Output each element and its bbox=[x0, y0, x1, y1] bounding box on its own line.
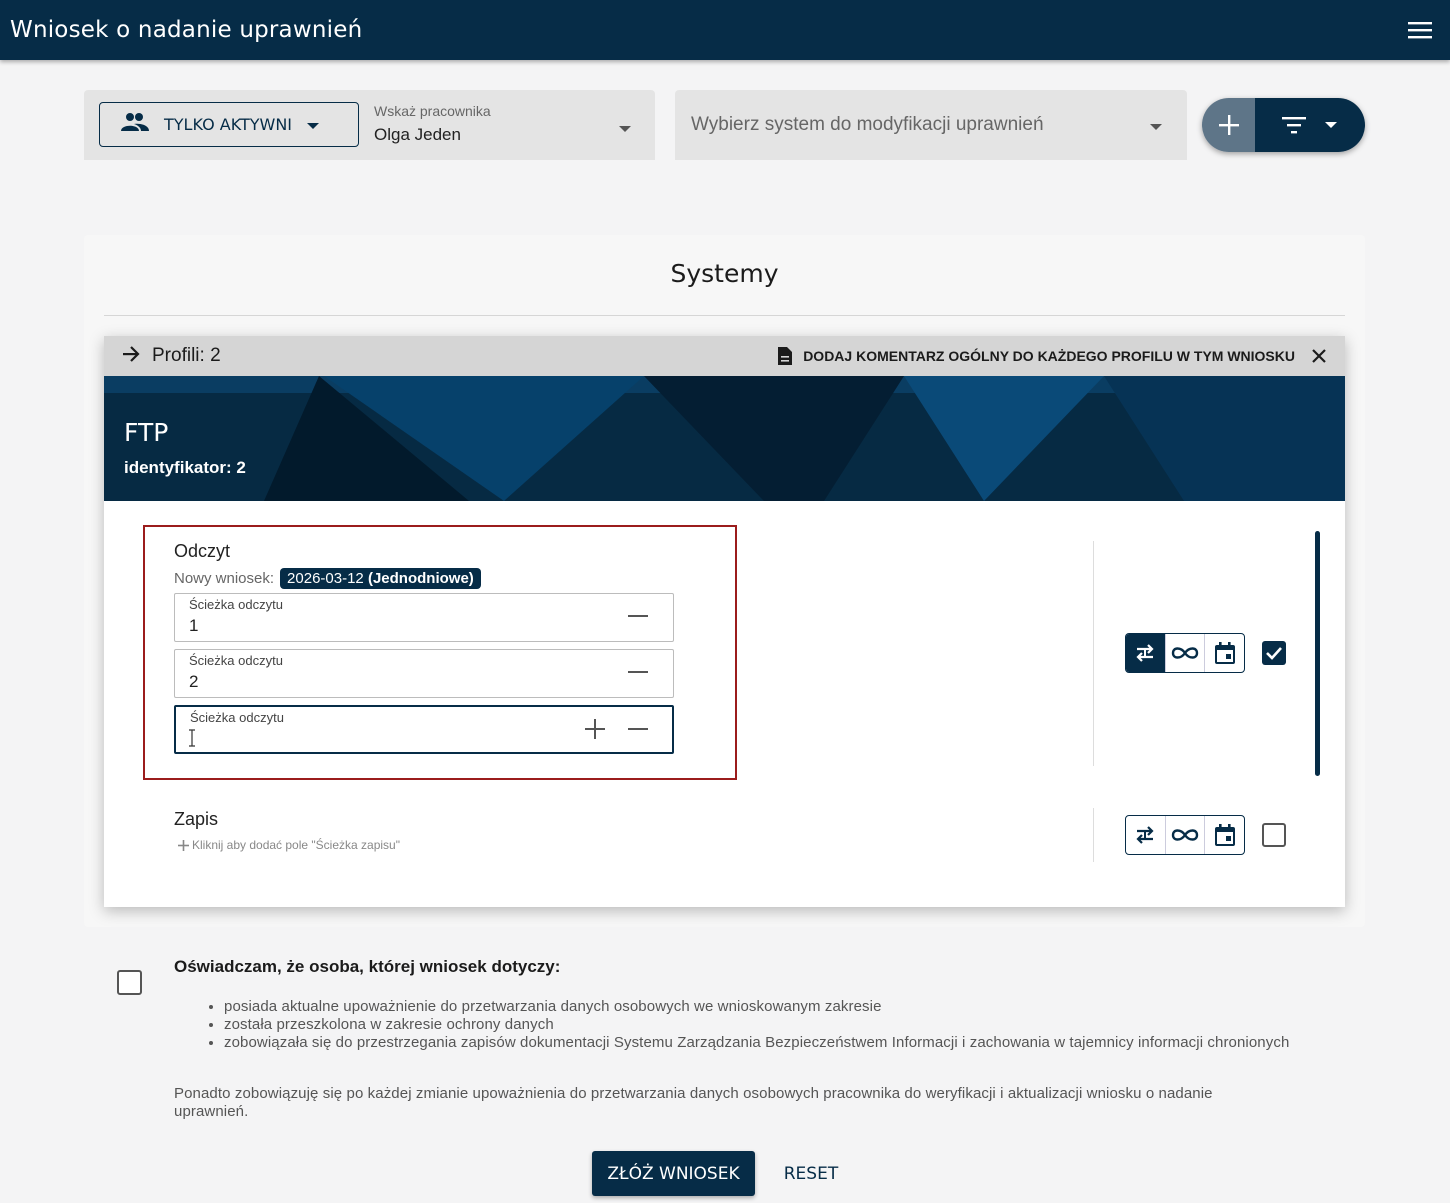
scrollbar[interactable] bbox=[1315, 531, 1320, 776]
new-request-label: Nowy wniosek: bbox=[174, 570, 275, 587]
profile-header: Profili: 2 DODAJ KOMENTARZ OGÓLNY DO KAŻ… bbox=[104, 336, 1345, 376]
declaration-checkbox[interactable] bbox=[117, 970, 142, 995]
duration-toggle-group bbox=[1125, 633, 1245, 673]
filter-icon bbox=[1282, 117, 1306, 134]
permanent-toggle[interactable] bbox=[1164, 816, 1205, 854]
caret-down-icon bbox=[1325, 122, 1337, 128]
filter-button[interactable] bbox=[1255, 98, 1365, 152]
permission-checkbox[interactable] bbox=[1262, 641, 1286, 665]
text-cursor-icon bbox=[188, 729, 196, 752]
minus-icon[interactable] bbox=[628, 719, 648, 744]
repeat-one-icon bbox=[1136, 644, 1154, 662]
minus-icon[interactable] bbox=[628, 606, 648, 631]
calendar-icon bbox=[1214, 642, 1235, 664]
one-time-toggle[interactable] bbox=[1126, 634, 1165, 672]
read-path-field[interactable]: Ścieżka odczytu 2 bbox=[174, 649, 674, 698]
date-range-toggle[interactable] bbox=[1204, 634, 1244, 672]
system-action-buttons bbox=[1202, 98, 1365, 152]
system-select-placeholder: Wybierz system do modyfikacji uprawnień bbox=[691, 114, 1044, 135]
menu-icon[interactable] bbox=[1400, 10, 1440, 50]
add-general-comment-button[interactable]: DODAJ KOMENTARZ OGÓLNY DO KAŻDEGO PROFIL… bbox=[777, 346, 1295, 366]
plus-icon[interactable] bbox=[585, 719, 605, 744]
declaration-item: zobowiązała się do przestrzegania zapisó… bbox=[224, 1034, 1294, 1052]
employee-select[interactable]: Olga Jeden bbox=[374, 125, 461, 145]
divider bbox=[1093, 541, 1094, 766]
close-icon[interactable] bbox=[1311, 348, 1327, 364]
read-path-field[interactable]: Ścieżka odczytu bbox=[174, 705, 674, 754]
new-request-row: Nowy wniosek: 2026-03-12 (Jednodniowe) bbox=[174, 568, 481, 589]
banner-background bbox=[104, 376, 1345, 501]
request-date-chip: 2026-03-12 (Jednodniowe) bbox=[280, 568, 481, 589]
caret-down-icon bbox=[1149, 118, 1163, 136]
permanent-toggle[interactable] bbox=[1164, 634, 1205, 672]
date-range-toggle[interactable] bbox=[1204, 816, 1244, 854]
divider bbox=[1093, 808, 1094, 862]
app-bar: Wniosek o nadanie uprawnień bbox=[0, 0, 1450, 60]
systems-title: Systemy bbox=[670, 259, 779, 288]
check-icon bbox=[1266, 647, 1282, 660]
caret-down-icon bbox=[306, 115, 320, 135]
field-value[interactable]: 2 bbox=[189, 672, 198, 692]
add-write-path-field[interactable]: Kliknij aby dodać pole "Ścieżka zapisu" bbox=[178, 838, 400, 852]
infinity-icon bbox=[1171, 647, 1199, 659]
field-label: Ścieżka odczytu bbox=[189, 597, 283, 612]
repeat-one-icon bbox=[1136, 826, 1154, 844]
permission-checkbox[interactable] bbox=[1262, 823, 1286, 847]
permission-name: Odczyt bbox=[174, 541, 231, 561]
document-icon bbox=[778, 347, 793, 365]
employee-label: Wskaż pracownika bbox=[374, 103, 491, 119]
declaration-title: Oświadczam, że osoba, której wniosek dot… bbox=[174, 957, 561, 976]
system-name: FTP bbox=[124, 418, 169, 447]
field-value[interactable]: 1 bbox=[189, 616, 198, 636]
people-icon bbox=[120, 112, 150, 137]
chip-date: 2026-03-12 bbox=[287, 570, 364, 587]
reset-button[interactable]: RESET bbox=[771, 1151, 851, 1196]
divider bbox=[104, 315, 1345, 316]
system-banner: FTP identyfikator: 2 bbox=[104, 376, 1345, 501]
add-general-comment-label: DODAJ KOMENTARZ OGÓLNY DO KAŻDEGO PROFIL… bbox=[803, 348, 1295, 364]
duration-toggle-group bbox=[1125, 815, 1245, 855]
system-id: identyfikator: 2 bbox=[124, 458, 246, 477]
declaration-list: posiada aktualne upoważnienie do przetwa… bbox=[224, 998, 1294, 1052]
minus-icon[interactable] bbox=[628, 662, 648, 687]
one-time-toggle[interactable] bbox=[1126, 816, 1165, 854]
declaration-extra: Ponadto zobowiązuję się po każdej zmiani… bbox=[174, 1085, 1213, 1120]
declaration-item: została przeszkolona w zakresie ochrony … bbox=[224, 1016, 1294, 1034]
declaration-item: posiada aktualne upoważnienie do przetwa… bbox=[224, 998, 1294, 1016]
calendar-icon bbox=[1214, 824, 1235, 846]
profile-card: Profili: 2 DODAJ KOMENTARZ OGÓLNY DO KAŻ… bbox=[104, 336, 1345, 907]
system-select[interactable]: Wybierz system do modyfikacji uprawnień bbox=[675, 90, 1187, 160]
read-path-field[interactable]: Ścieżka odczytu 1 bbox=[174, 593, 674, 642]
plus-icon bbox=[178, 839, 189, 851]
employee-filter: TYLKO AKTYWNI Wskaż pracownika Olga Jede… bbox=[84, 90, 655, 160]
field-label: Ścieżka odczytu bbox=[189, 653, 283, 668]
submit-button[interactable]: ZŁÓŻ WNIOSEK bbox=[592, 1151, 755, 1196]
caret-down-icon[interactable] bbox=[618, 120, 632, 138]
add-system-button[interactable] bbox=[1202, 98, 1255, 152]
active-only-label: TYLKO AKTYWNI bbox=[164, 115, 293, 134]
field-label: Ścieżka odczytu bbox=[190, 710, 284, 725]
page-title: Wniosek o nadanie uprawnień bbox=[10, 17, 363, 43]
add-write-path-hint: Kliknij aby dodać pole "Ścieżka zapisu" bbox=[192, 838, 400, 852]
active-only-dropdown[interactable]: TYLKO AKTYWNI bbox=[99, 102, 359, 147]
profiles-count: Profili: 2 bbox=[152, 345, 221, 366]
arrow-right-icon[interactable] bbox=[122, 345, 140, 367]
permission-name: Zapis bbox=[174, 809, 219, 829]
plus-icon bbox=[1218, 115, 1239, 135]
infinity-icon bbox=[1171, 829, 1199, 841]
chip-type: (Jednodniowe) bbox=[367, 570, 474, 587]
